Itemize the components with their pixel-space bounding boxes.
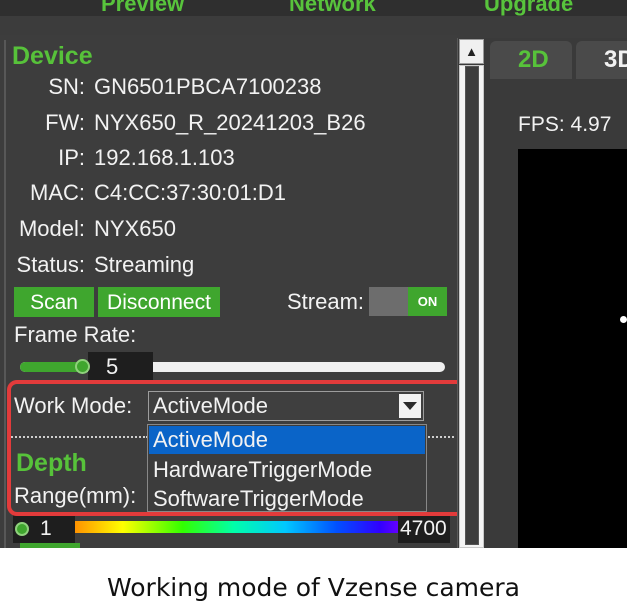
- scan-button[interactable]: Scan: [14, 287, 94, 317]
- depth-range-min-handle[interactable]: [15, 522, 29, 536]
- info-row-fw: FW: NYX650_R_20241203_B26: [0, 110, 450, 138]
- tab-2d[interactable]: 2D: [490, 41, 572, 79]
- stream-label: Stream:: [287, 289, 365, 314]
- info-row-model: Model: NYX650: [0, 216, 450, 244]
- app-screenshot: Preview Network Upgrade Device SN: GN650…: [0, 0, 627, 548]
- fps-readout: FPS: 4.97: [518, 113, 612, 136]
- section-separator: [8, 436, 148, 438]
- sn-label: SN:: [48, 74, 85, 99]
- model-label: Model:: [18, 216, 85, 241]
- ip-label: IP:: [58, 145, 85, 170]
- depth-section-title: Depth: [16, 449, 87, 477]
- depth-range-max: 4700: [398, 515, 450, 543]
- nav-upgrade[interactable]: Upgrade: [484, 0, 573, 16]
- frame-rate-slider-handle[interactable]: [75, 359, 90, 374]
- model-value: NYX650: [94, 216, 176, 241]
- stream-toggle[interactable]: ON: [369, 287, 447, 316]
- stream-toggle-on: ON: [408, 287, 447, 316]
- viewport-point: [620, 316, 627, 323]
- status-value: Streaming: [94, 252, 195, 277]
- depth-range-max-value: 4700: [400, 517, 447, 540]
- frame-rate-label: Frame Rate:: [14, 322, 137, 347]
- fw-label: FW:: [45, 110, 85, 135]
- nav-preview[interactable]: Preview: [101, 0, 184, 16]
- info-row-sn: SN: GN6501PBCA7100238: [0, 74, 450, 102]
- work-mode-selected-value: ActiveMode: [153, 393, 268, 418]
- section-separator-right: [428, 436, 454, 438]
- info-row-mac: MAC: C4:CC:37:30:01:D1: [0, 180, 450, 208]
- work-mode-label: Work Mode:: [14, 393, 133, 418]
- range-label: Range(mm):: [14, 483, 137, 508]
- work-mode-select[interactable]: ActiveMode: [148, 391, 424, 421]
- depth-range-slider[interactable]: [20, 521, 448, 533]
- disconnect-button[interactable]: Disconnect: [98, 287, 220, 317]
- scrollbar-thumb[interactable]: [465, 66, 479, 545]
- info-row-ip: IP: 192.168.1.103: [0, 145, 450, 173]
- image-viewport[interactable]: [518, 149, 627, 548]
- device-section-title: Device: [12, 42, 93, 70]
- work-mode-option-active[interactable]: ActiveMode: [149, 426, 425, 454]
- mac-value: C4:CC:37:30:01:D1: [94, 180, 286, 205]
- work-mode-option-hardware-trigger[interactable]: HardwareTriggerMode: [149, 456, 425, 484]
- scroll-up-icon[interactable]: ▲: [459, 39, 484, 64]
- fw-value: NYX650_R_20241203_B26: [94, 110, 366, 135]
- ip-value: 192.168.1.103: [94, 145, 235, 170]
- frame-rate-slider-fill: [20, 362, 82, 372]
- work-mode-dropdown-list: ActiveMode HardwareTriggerMode SoftwareT…: [147, 424, 427, 512]
- tab-3d[interactable]: 3D: [576, 41, 627, 79]
- figure-caption: Working mode of Vzense camera: [106, 573, 520, 602]
- chevron-down-icon[interactable]: [399, 394, 421, 418]
- depth-range-min-value: 1: [40, 517, 52, 540]
- mac-label: MAC:: [30, 180, 85, 205]
- top-nav: Preview Network Upgrade: [0, 0, 627, 16]
- depth-range-min: 1: [13, 515, 75, 543]
- depth-range-indicator: [20, 543, 80, 548]
- panel-scrollbar[interactable]: ▲: [457, 38, 485, 548]
- info-row-status: Status: Streaming: [0, 252, 450, 280]
- sn-value: GN6501PBCA7100238: [94, 74, 322, 99]
- work-mode-option-software-trigger[interactable]: SoftwareTriggerMode: [149, 485, 425, 513]
- nav-network[interactable]: Network: [289, 0, 376, 16]
- status-label: Status:: [16, 252, 85, 277]
- frame-rate-value: 5: [88, 352, 153, 382]
- scrollbar-track[interactable]: [459, 65, 484, 548]
